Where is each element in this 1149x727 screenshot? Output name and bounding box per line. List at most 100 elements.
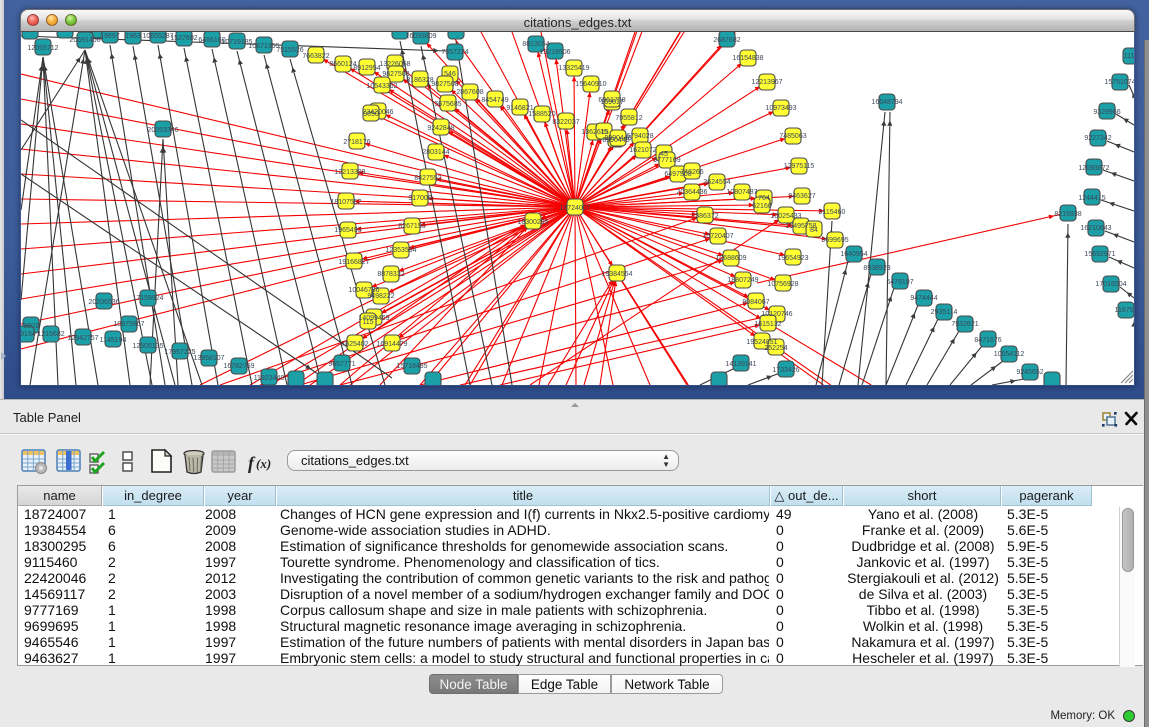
svg-text:1640954: 1640954 [840, 251, 867, 258]
svg-text:15720407: 15720407 [702, 233, 733, 240]
svg-text:1145194: 1145194 [100, 337, 127, 344]
svg-text:9474444: 9474444 [910, 295, 937, 302]
svg-text:18107552: 18107552 [330, 199, 361, 206]
svg-text:2718176: 2718176 [343, 139, 370, 146]
svg-text:18300295: 18300295 [517, 219, 548, 226]
svg-text:546: 546 [444, 71, 456, 78]
svg-text:12093872: 12093872 [1078, 165, 1109, 172]
svg-text:17957225: 17957225 [164, 349, 195, 356]
svg-text:9657771: 9657771 [328, 361, 355, 368]
svg-text:13958107: 13958107 [193, 355, 224, 362]
svg-text:115: 115 [362, 319, 373, 326]
svg-text:252254: 252254 [764, 345, 787, 352]
svg-text:9245652: 9245652 [1016, 369, 1043, 376]
svg-text:12213967: 12213967 [751, 79, 782, 86]
svg-text:10807487: 10807487 [726, 189, 757, 196]
svg-text:10025433: 10025433 [770, 213, 801, 220]
svg-text:764: 764 [758, 195, 770, 202]
svg-text:12353594: 12353594 [385, 247, 416, 254]
svg-text:62160: 62160 [752, 203, 772, 210]
svg-text:8938923: 8938923 [863, 265, 890, 272]
svg-text:9227342: 9227342 [1084, 135, 1111, 142]
svg-text:7386372: 7386372 [691, 213, 718, 220]
svg-text:116753: 116753 [1115, 307, 1134, 314]
svg-text:12505135: 12505135 [132, 343, 163, 350]
svg-text:10655287: 10655287 [142, 33, 173, 40]
svg-text:1615132: 1615132 [754, 321, 781, 328]
svg-text:8322037: 8322037 [552, 119, 579, 126]
svg-text:16648794: 16648794 [871, 99, 902, 106]
svg-text:19697: 19697 [100, 33, 120, 40]
svg-text:10756928: 10756928 [767, 281, 798, 288]
svg-text:9777169: 9777169 [653, 157, 680, 164]
svg-text:20364436: 20364436 [676, 189, 707, 196]
svg-text:9699695: 9699695 [821, 237, 848, 244]
svg-text:11923448: 11923448 [254, 375, 285, 382]
svg-text:13226058: 13226058 [379, 61, 410, 68]
svg-text:6794028: 6794028 [626, 133, 653, 140]
svg-text:1117: 1117 [1124, 53, 1134, 60]
svg-text:9827508: 9827508 [431, 81, 458, 88]
svg-text:12942757: 12942757 [67, 335, 98, 342]
svg-text:6961758: 6961758 [598, 97, 625, 104]
svg-text:8501: 8501 [23, 323, 39, 330]
svg-text:9242848: 9242848 [427, 125, 454, 132]
svg-text:9463627: 9463627 [788, 193, 815, 200]
svg-text:5675685: 5675685 [434, 101, 461, 108]
svg-text:19384554: 19384554 [601, 271, 632, 278]
svg-text:14139141: 14139141 [725, 361, 756, 368]
svg-text:7663822: 7663822 [302, 53, 329, 60]
svg-text:19218506: 19218506 [539, 49, 570, 56]
svg-text:1733426: 1733426 [772, 367, 799, 374]
svg-text:746266: 746266 [680, 169, 703, 176]
svg-text:917006: 917006 [408, 195, 431, 202]
svg-text:7955812: 7955812 [615, 115, 642, 122]
svg-text:10973493: 10973493 [765, 105, 796, 112]
svg-text:8267150: 8267150 [398, 223, 425, 230]
svg-text:8912954: 8912954 [353, 65, 380, 72]
svg-text:1588520: 1588520 [528, 111, 555, 118]
svg-text:16210643: 16210643 [1080, 225, 1111, 232]
svg-text:10688609: 10688609 [715, 255, 746, 262]
svg-text:12975115: 12975115 [784, 163, 815, 170]
svg-text:19654923: 19654923 [777, 255, 808, 262]
svg-text:1527602: 1527602 [170, 35, 197, 42]
svg-text:1215682: 1215682 [37, 331, 64, 338]
svg-text:8215938: 8215938 [1054, 211, 1081, 218]
svg-text:7932621: 7932621 [951, 321, 978, 328]
svg-text:13325419: 13325419 [558, 65, 589, 72]
svg-text:12213389: 12213389 [334, 169, 365, 176]
svg-text:8427552: 8427552 [414, 175, 441, 182]
svg-text:7485063: 7485063 [779, 133, 806, 140]
svg-text:10671355: 10671355 [248, 43, 279, 50]
svg-text:2935114: 2935114 [931, 309, 958, 316]
svg-text:1621072: 1621072 [629, 147, 656, 154]
svg-text:16782759: 16782759 [223, 363, 254, 370]
svg-text:6479197: 6479197 [886, 279, 913, 286]
svg-text:(x): (x) [256, 456, 271, 471]
svg-text:1965493: 1965493 [334, 227, 361, 234]
svg-text:8813054: 8813054 [522, 41, 549, 48]
svg-text:18724007: 18724007 [559, 205, 590, 212]
svg-text:10543362: 10543362 [366, 83, 397, 90]
svg-text:2803144: 2803144 [422, 149, 449, 156]
svg-text:10654112: 10654112 [994, 351, 1025, 358]
svg-text:3624554: 3624554 [703, 179, 730, 186]
svg-text:f: f [248, 453, 256, 473]
svg-text:15640910: 15640910 [575, 81, 606, 88]
svg-text:1963: 1963 [125, 33, 141, 40]
svg-text:8471676: 8471676 [974, 337, 1001, 344]
svg-text:17159924: 17159924 [132, 295, 163, 302]
svg-text:20691406: 20691406 [69, 37, 100, 44]
svg-text:17016504: 17016504 [1095, 281, 1126, 288]
svg-text:9890: 9890 [363, 111, 379, 118]
svg-text:16154838: 16154838 [732, 55, 763, 62]
svg-text:7357224: 7357224 [441, 49, 468, 56]
svg-text:10120746: 10120746 [761, 311, 792, 318]
svg-text:8878332: 8878332 [377, 271, 404, 278]
svg-text:9115460: 9115460 [819, 209, 846, 216]
svg-text:8186328: 8186328 [406, 77, 433, 84]
svg-text:15692971: 15692971 [1084, 251, 1115, 258]
svg-text:16033809: 16033809 [405, 33, 436, 40]
svg-text:16914479: 16914479 [376, 341, 407, 348]
